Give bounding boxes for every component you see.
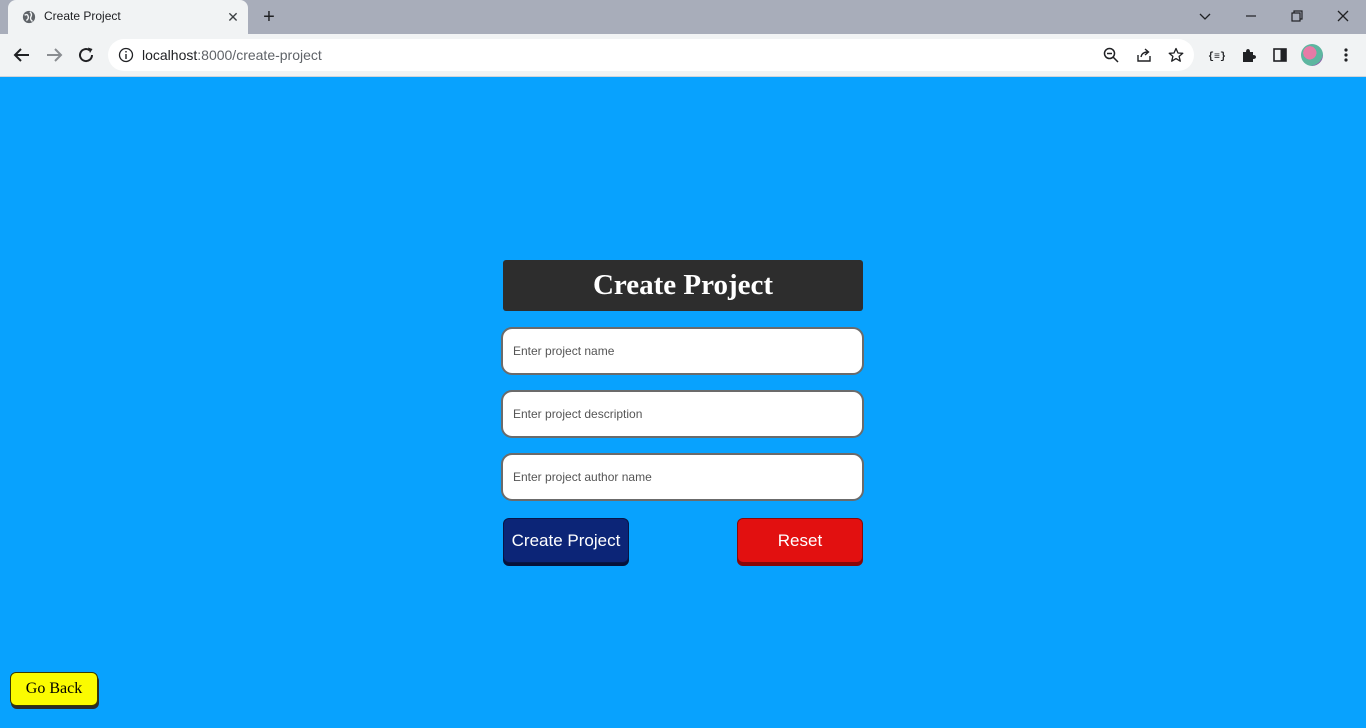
reload-icon[interactable] <box>72 41 100 69</box>
star-icon[interactable] <box>1166 45 1186 65</box>
close-icon[interactable]: ✕ <box>224 8 242 26</box>
create-project-button[interactable]: Create Project <box>503 518 629 563</box>
browser-tab-strip: Create Project ✕ + <box>0 0 1366 34</box>
side-panel-icon[interactable] <box>1269 44 1291 66</box>
plus-icon[interactable]: + <box>258 6 280 28</box>
page-title: Create Project <box>503 260 863 311</box>
forward-arrow-icon[interactable] <box>40 41 68 69</box>
chevron-down-icon[interactable] <box>1191 4 1219 28</box>
window-close-icon[interactable] <box>1329 4 1357 28</box>
tab-title: Create Project <box>44 9 121 23</box>
browser-toolbar: localhost:8000/create-project {≡} <box>0 34 1366 77</box>
puzzle-icon[interactable] <box>1237 44 1259 66</box>
project-author-input[interactable] <box>501 453 864 501</box>
url-text: localhost:8000/create-project <box>142 47 322 63</box>
kebab-menu-icon[interactable] <box>1335 44 1357 66</box>
address-bar[interactable]: localhost:8000/create-project <box>108 39 1194 71</box>
share-icon[interactable] <box>1134 45 1154 65</box>
url-path: :8000/create-project <box>197 47 322 63</box>
minimize-icon[interactable] <box>1237 4 1265 28</box>
avatar[interactable] <box>1301 44 1323 66</box>
url-host: localhost <box>142 47 198 63</box>
json-viewer-icon[interactable]: {≡} <box>1205 44 1227 66</box>
project-name-input[interactable] <box>501 327 864 375</box>
info-icon[interactable] <box>118 47 134 63</box>
browser-tab[interactable]: Create Project ✕ <box>8 0 248 34</box>
back-arrow-icon[interactable] <box>8 41 36 69</box>
zoom-out-icon[interactable] <box>1101 45 1121 65</box>
reset-button[interactable]: Reset <box>737 518 863 563</box>
svg-text:{≡}: {≡} <box>1208 51 1225 62</box>
go-back-button[interactable]: Go Back <box>10 672 98 706</box>
project-description-input[interactable] <box>501 390 864 438</box>
restore-icon[interactable] <box>1283 4 1311 28</box>
globe-icon <box>22 10 36 24</box>
